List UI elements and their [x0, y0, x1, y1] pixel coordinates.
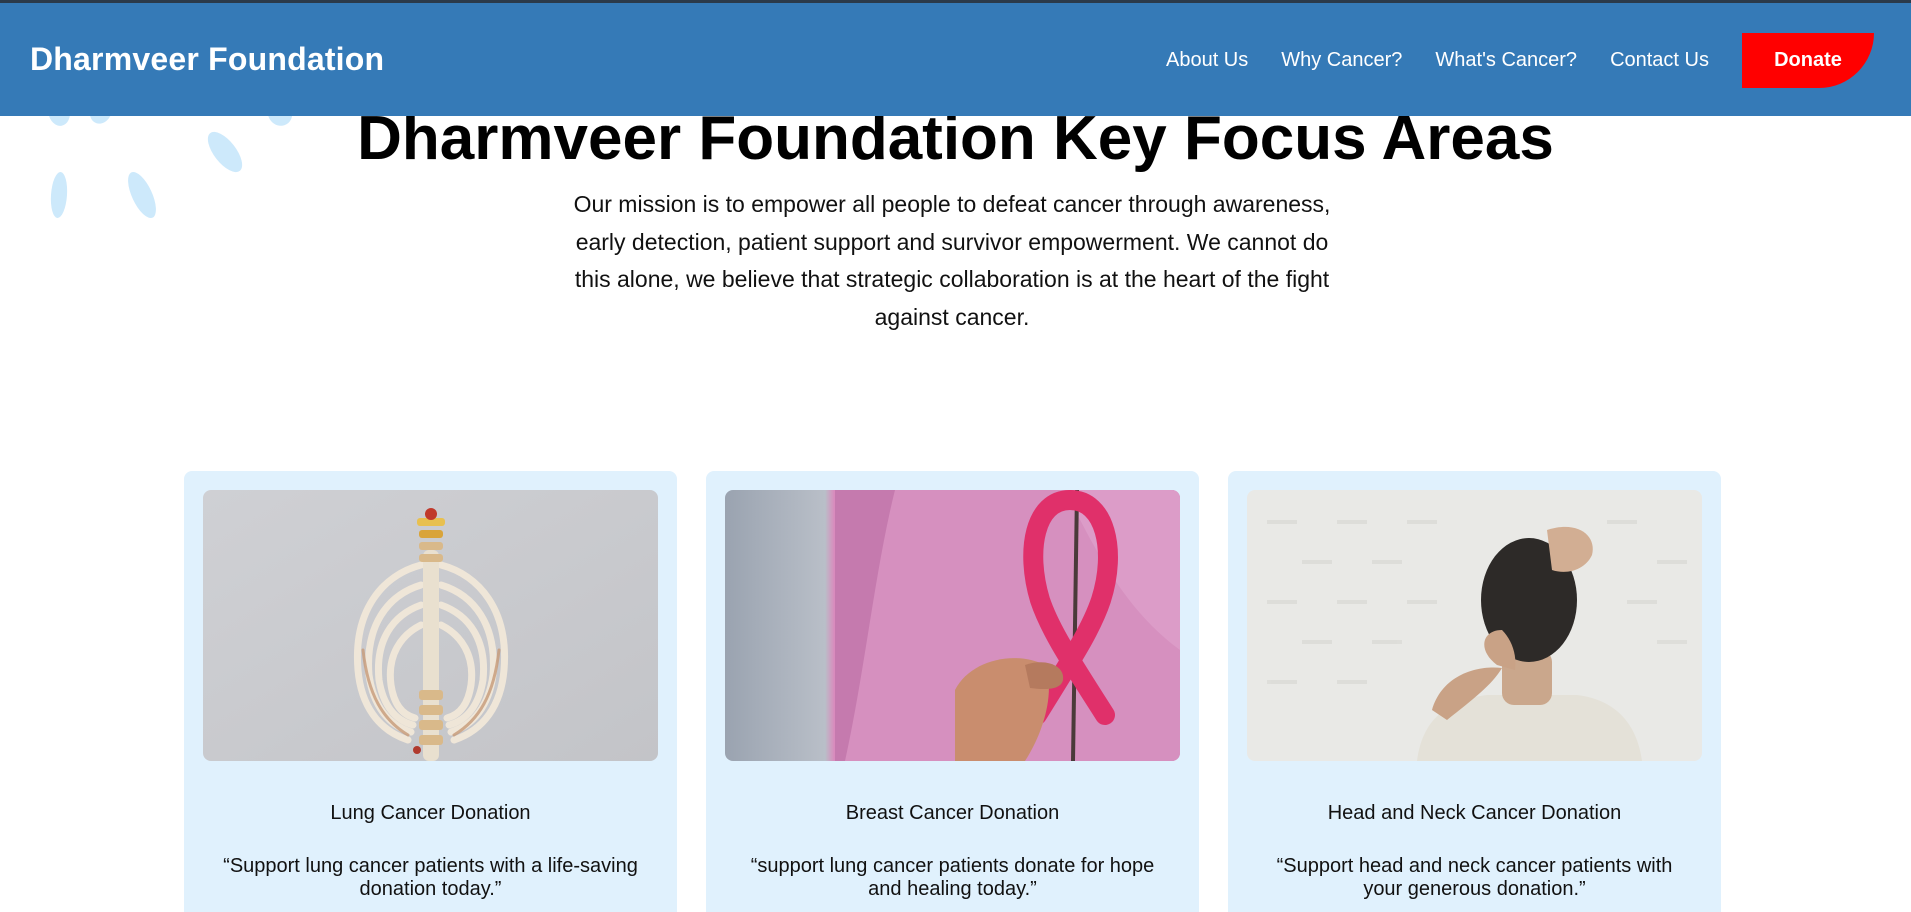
brand-logo-text[interactable]: Dharmveer Foundation — [30, 41, 384, 78]
card-quote: “support lung cancer patients donate for… — [750, 855, 1155, 900]
nav-link-whats-cancer[interactable]: What's Cancer? — [1435, 49, 1577, 72]
nav-link-contact-us[interactable]: Contact Us — [1610, 49, 1709, 72]
card-title: Head and Neck Cancer Donation — [1327, 802, 1622, 824]
donate-button[interactable]: Donate — [1742, 33, 1874, 88]
pink-ribbon-image — [725, 490, 1180, 761]
card-quote: “Support lung cancer patients with a lif… — [223, 855, 638, 900]
neck-pain-person-image — [1247, 490, 1702, 761]
card-title: Breast Cancer Donation — [845, 802, 1060, 824]
main-nav: About Us Why Cancer? What's Cancer? Cont… — [1166, 33, 1874, 88]
card-title: Lung Cancer Donation — [330, 802, 531, 824]
card-quote: “Support head and neck cancer patients w… — [1276, 855, 1673, 900]
ribcage-spine-model-image — [203, 490, 658, 761]
site-header: Dharmveer Foundation About Us Why Cancer… — [0, 0, 1911, 116]
mission-text: Our mission is to empower all people to … — [573, 191, 1331, 330]
card-lung-cancer[interactable]: Lung Cancer Donation “Support lung cance… — [184, 471, 677, 912]
nav-link-about-us[interactable]: About Us — [1166, 49, 1248, 72]
card-breast-cancer[interactable]: Breast Cancer Donation “support lung can… — [706, 471, 1199, 912]
petal-shape — [122, 168, 162, 222]
card-head-neck-cancer[interactable]: Head and Neck Cancer Donation “Support h… — [1228, 471, 1721, 912]
petal-shape — [49, 171, 69, 219]
nav-link-why-cancer[interactable]: Why Cancer? — [1281, 49, 1402, 72]
